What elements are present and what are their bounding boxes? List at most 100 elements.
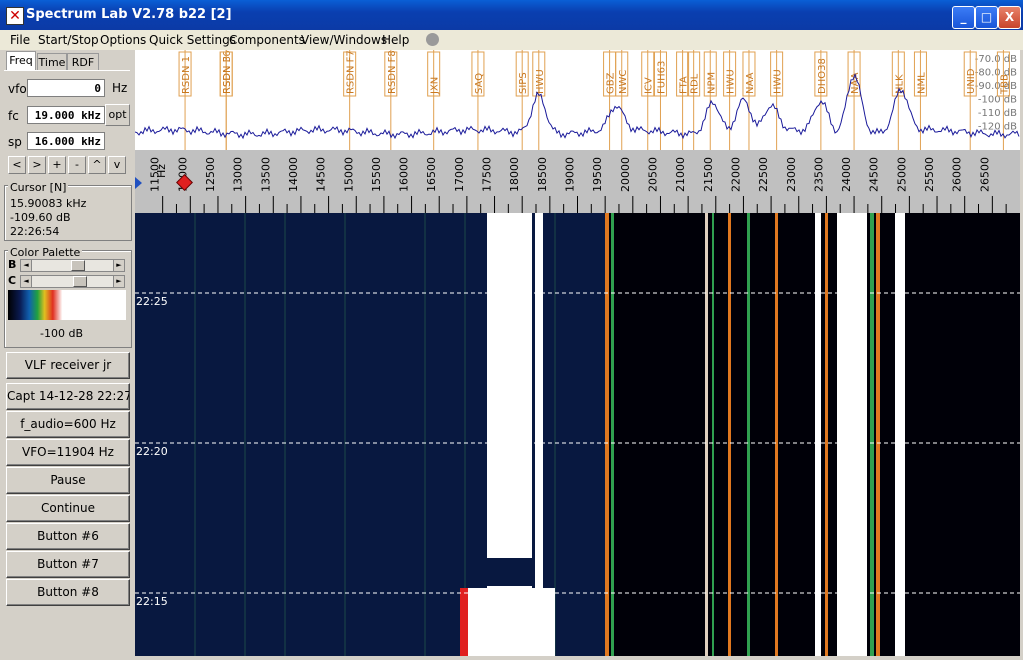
waterfall-gap — [485, 558, 535, 586]
menu-help[interactable]: Help — [382, 33, 409, 47]
center-frequency-input[interactable]: 19.000 kHz — [27, 106, 105, 124]
menu-components[interactable]: Components — [229, 33, 305, 47]
app-icon[interactable]: ✕ — [6, 7, 24, 25]
vfo-button[interactable]: VFO=11904 Hz — [6, 439, 130, 466]
spectrum-display[interactable]: -70.0 dB -80.0 dB -90.0 dB -100 dB -110 dB -1… — [135, 50, 1020, 656]
freq-tick-label: 13500 — [259, 157, 272, 192]
freq-tick-label: 12500 — [204, 157, 217, 192]
contrast-thumb[interactable] — [73, 276, 87, 287]
step-up-button[interactable]: ^ — [88, 156, 106, 174]
contrast-right-arrow-icon[interactable]: ► — [113, 276, 124, 287]
freq-tick-label: 26500 — [978, 157, 991, 192]
waterfall-signal-band — [815, 213, 821, 656]
station-label[interactable]: SIPS — [518, 72, 529, 94]
zoom-in-button[interactable]: + — [48, 156, 66, 174]
minimize-button[interactable]: _ — [952, 6, 975, 29]
span-input[interactable]: 16.000 kHz — [27, 132, 105, 150]
tab-divider — [4, 70, 130, 71]
waterfall-quiet-area — [605, 213, 1020, 656]
button-8[interactable]: Button #8 — [6, 579, 130, 606]
station-label[interactable]: RDL — [690, 73, 701, 94]
step-left-button[interactable]: < — [8, 156, 26, 174]
sp-label: sp — [8, 135, 22, 149]
freq-tick-label: 18000 — [508, 157, 521, 192]
waterfall-signal-band — [895, 213, 905, 656]
brightness-thumb[interactable] — [71, 260, 85, 271]
station-label[interactable]: GBZ — [606, 72, 617, 94]
spectrum-graph[interactable]: -70.0 dB-80.0 dB-90.0 dB-100 dB-110 dB-1… — [135, 50, 1020, 150]
capture-button[interactable]: Capt 14-12-28 22:27:3 — [6, 383, 130, 410]
station-label[interactable]: NWC — [618, 70, 629, 94]
waterfall-signal-band — [465, 588, 555, 656]
db-level-label: -110 dB — [978, 108, 1017, 119]
station-label[interactable]: HWU — [535, 69, 546, 94]
step-down-button[interactable]: v — [108, 156, 126, 174]
station-label[interactable]: DHO38 — [817, 58, 828, 94]
station-label[interactable]: TBB — [999, 74, 1010, 95]
brightness-left-arrow-icon[interactable]: ◄ — [21, 260, 32, 271]
f-audio-button[interactable]: f_audio=600 Hz — [6, 411, 130, 438]
menu-quick-settings[interactable]: Quick Settings — [149, 33, 236, 47]
freq-tick-label: 22500 — [757, 157, 770, 192]
maximize-button[interactable]: □ — [975, 6, 998, 29]
spectrum-trace — [135, 72, 1020, 140]
color-palette-bar[interactable] — [8, 290, 126, 320]
continue-button[interactable]: Continue — [6, 495, 130, 522]
vfo-unit: Hz — [112, 81, 128, 95]
frequency-scale[interactable]: 11500 12000 12500 13000 13500 14000 14500 15000… — [135, 150, 1020, 213]
opt-button[interactable]: opt — [105, 104, 130, 126]
station-label[interactable]: FUH63 — [656, 61, 667, 94]
db-level-label: -120 dB — [978, 122, 1017, 133]
menu-file[interactable]: File — [10, 33, 30, 47]
station-label[interactable]: SAQ — [474, 73, 485, 94]
menu-view-windows[interactable]: View/Windows — [301, 33, 387, 47]
freq-tick-label: 25500 — [923, 157, 936, 192]
contrast-slider[interactable]: ◄ ► — [20, 275, 125, 288]
freq-tick-label: 14500 — [315, 157, 328, 192]
station-label[interactable]: NPM — [706, 72, 717, 94]
station-label[interactable]: UNID — [966, 68, 977, 94]
station-label[interactable]: ICV — [644, 77, 655, 94]
close-button[interactable]: X — [998, 6, 1021, 29]
station-label[interactable]: NML — [916, 72, 927, 94]
station-label[interactable]: JXN — [430, 77, 441, 95]
brightness-slider[interactable]: ◄ ► — [20, 259, 125, 272]
station-label[interactable]: NAA — [745, 72, 756, 94]
tab-freq[interactable]: Freq — [6, 51, 36, 71]
menu-start-stop[interactable]: Start/Stop — [38, 33, 99, 47]
vfo-marker-icon[interactable] — [135, 177, 142, 189]
freq-tick-label: 18500 — [536, 157, 549, 192]
station-label[interactable]: HWU — [726, 69, 737, 94]
freq-tick-label: 20500 — [646, 157, 659, 192]
waterfall-signal-band — [837, 213, 867, 656]
vfo-input[interactable]: 0 — [27, 79, 105, 97]
waterfall-signal-band — [611, 213, 614, 656]
db-level-label: -80.0 dB — [975, 68, 1017, 79]
vlf-receiver-button[interactable]: VLF receiver jr — [6, 352, 130, 379]
tab-time[interactable]: Time — [37, 53, 67, 71]
button-6[interactable]: Button #6 — [6, 523, 130, 550]
brightness-right-arrow-icon[interactable]: ► — [113, 260, 124, 271]
zoom-out-button[interactable]: - — [68, 156, 86, 174]
station-label[interactable]: RSDN 3 — [222, 56, 233, 94]
freq-tick-label: 16500 — [425, 157, 438, 192]
tab-rdf[interactable]: RDF — [67, 53, 99, 71]
station-label[interactable]: HWU — [773, 69, 784, 94]
freq-tick-label: 16000 — [398, 157, 411, 192]
step-right-button[interactable]: > — [28, 156, 46, 174]
waterfall-signal-band — [747, 213, 750, 656]
pause-button[interactable]: Pause — [6, 467, 130, 494]
freq-tick-label: 15500 — [370, 157, 383, 192]
cursor-time: 22:26:54 — [10, 225, 60, 238]
contrast-slider-row: C ◄ ► — [8, 274, 126, 288]
station-label[interactable]: RSDN F8 — [387, 50, 398, 94]
button-7[interactable]: Button #7 — [6, 551, 130, 578]
contrast-left-arrow-icon[interactable]: ◄ — [21, 276, 32, 287]
freq-unit-label: Hz — [155, 164, 168, 178]
menu-options[interactable]: Options — [100, 33, 146, 47]
station-label[interactable]: RSDN 1 — [181, 56, 192, 94]
waterfall-signal-band — [705, 213, 708, 656]
waterfall-display[interactable] — [135, 213, 1020, 656]
title-bar: ✕ Spectrum Lab V2.78 b22 [2] _ □ X — [0, 0, 1023, 30]
station-label[interactable]: RSDN F7 — [346, 50, 357, 94]
